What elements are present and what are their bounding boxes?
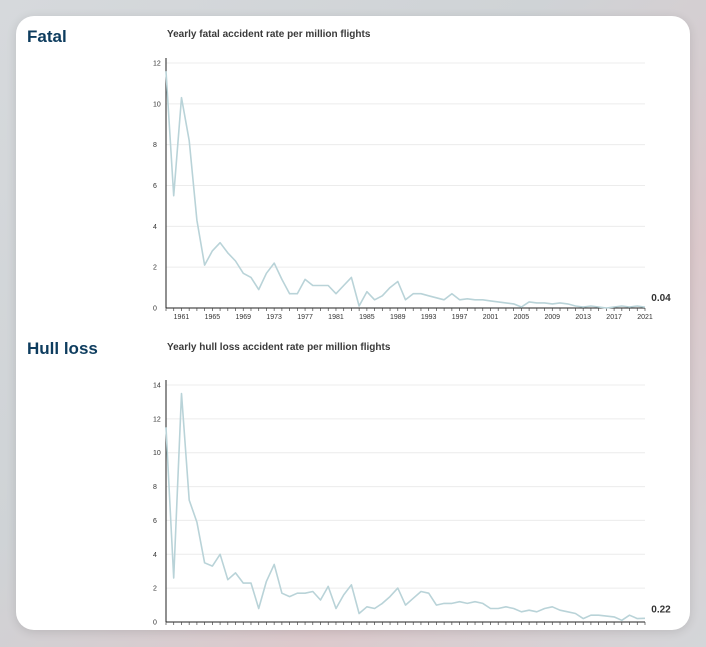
fatal-x-tick-label: 2005 <box>514 314 530 321</box>
hull-loss-y-tick-label: 4 <box>153 552 157 559</box>
fatal-rate-chart: 0 2 4 6 8 10 12 1961 1965 1969 1973 1977 1981 1985 198… <box>153 58 671 321</box>
stats-card: Fatal Yearly fatal accident rate per mil… <box>16 16 690 630</box>
fatal-y-tick-label: 2 <box>153 265 157 272</box>
fatal-y-tick-label: 10 <box>153 101 161 108</box>
fatal-series-line <box>165 71 646 309</box>
fatal-x-tick-label: 1989 <box>390 314 406 321</box>
hull-loss-y-tick-label: 14 <box>153 383 161 390</box>
hull-loss-y-tick-label: 8 <box>153 484 157 491</box>
fatal-end-value-label: 0.04 <box>651 293 671 304</box>
fatal-y-tick-label: 4 <box>153 224 157 231</box>
fatal-y-tick-label: 12 <box>153 61 161 68</box>
hull-loss-end-value-label: 0.22 <box>651 604 671 615</box>
fatal-x-tick-label: 1973 <box>266 314 282 321</box>
fatal-x-tick-label: 1985 <box>359 314 375 321</box>
fatal-x-tick-label: 1977 <box>297 314 313 321</box>
fatal-x-tick-label: 1969 <box>235 314 251 321</box>
fatal-y-tick-label: 6 <box>153 183 157 190</box>
hull-loss-chart-title: Yearly hull loss accident rate per milli… <box>167 342 391 353</box>
fatal-x-tick-label: 2013 <box>575 314 591 321</box>
hull-loss-y-tick-label: 10 <box>153 450 161 457</box>
hull-loss-heading: Hull loss <box>27 339 98 358</box>
hull-loss-series-line <box>165 392 646 622</box>
fatal-x-tick-label: 2001 <box>483 314 499 321</box>
fatal-x-tick-label: 1961 <box>174 314 190 321</box>
fatal-x-tick-label: 2017 <box>606 314 622 321</box>
fatal-heading: Fatal <box>27 27 67 46</box>
fatal-chart-title: Yearly fatal accident rate per million f… <box>167 29 371 40</box>
hull-loss-y-tick-label: 0 <box>153 620 157 627</box>
hull-loss-rate-chart: 0246810121419611965196919731977198119851… <box>153 380 671 627</box>
fatal-y-tick-label: 0 <box>153 306 157 313</box>
fatal-x-tick-label: 2009 <box>545 314 561 321</box>
fatal-x-tick-label: 1997 <box>452 314 468 321</box>
hull-loss-y-tick-label: 6 <box>153 518 157 525</box>
fatal-x-tick-label: 1965 <box>205 314 221 321</box>
hull-loss-y-tick-label: 12 <box>153 416 161 423</box>
fatal-y-tick-label: 8 <box>153 142 157 149</box>
fatal-x-tick-label: 2021 <box>637 314 653 321</box>
hull-loss-y-tick-label: 2 <box>153 586 157 593</box>
fatal-x-tick-label: 1993 <box>421 314 437 321</box>
fatal-x-tick-label: 1981 <box>328 314 344 321</box>
